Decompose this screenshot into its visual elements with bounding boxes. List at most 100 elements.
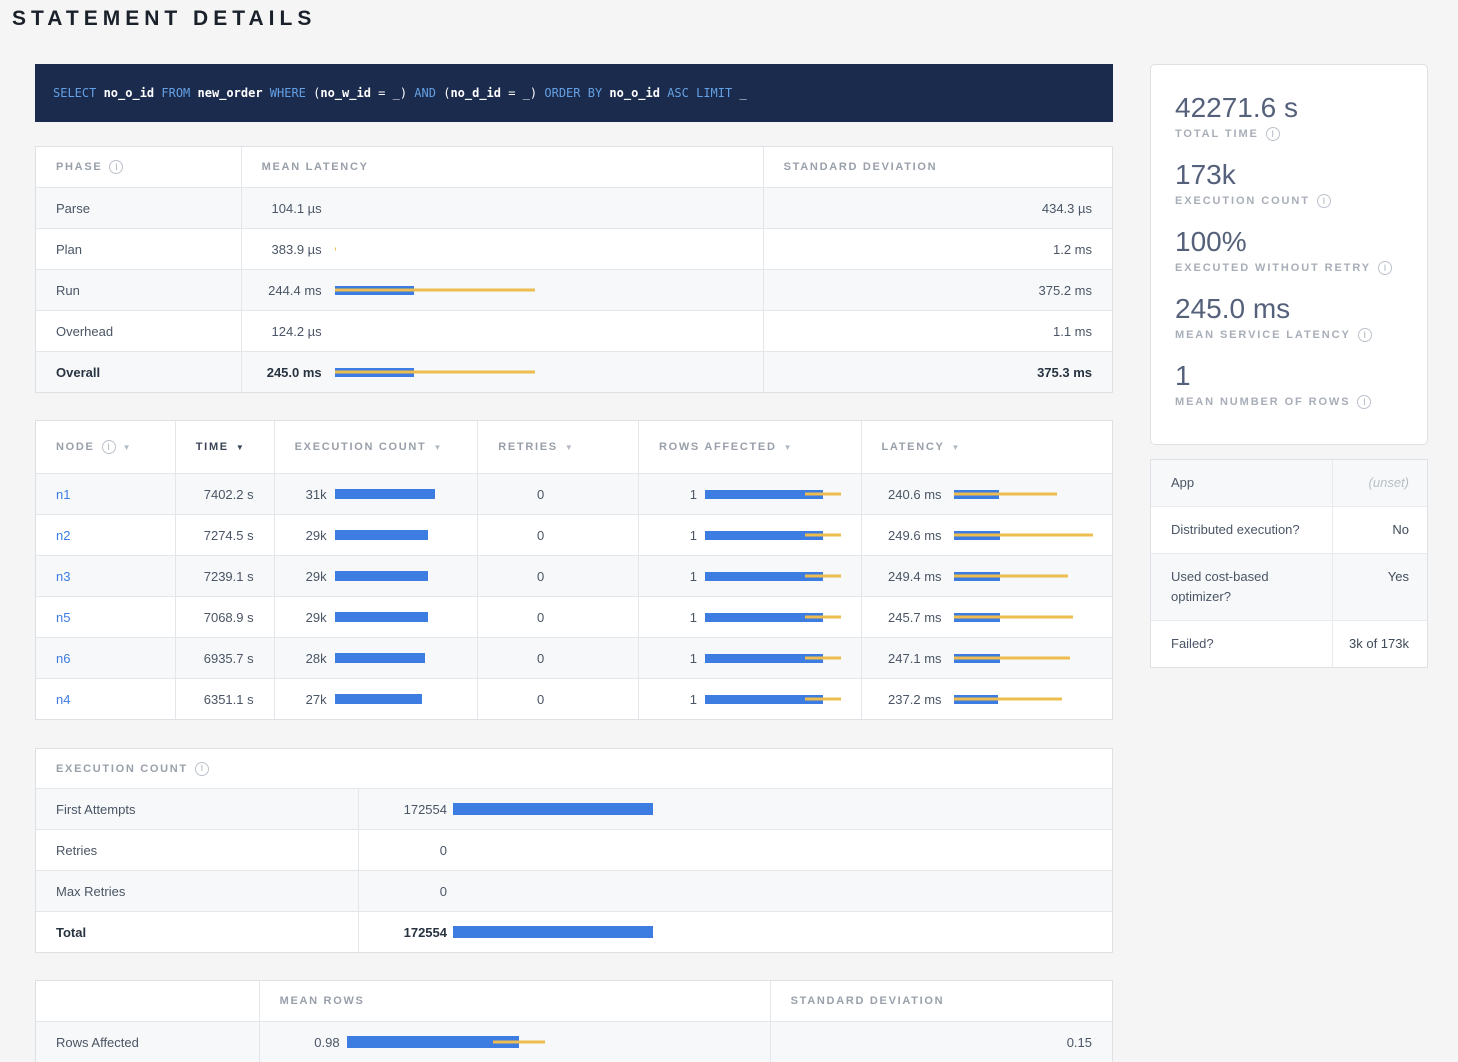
- exec-row-label: Total: [36, 912, 358, 952]
- info-icon[interactable]: i: [109, 160, 123, 174]
- table-row: Total 172554: [36, 911, 1112, 952]
- node-link[interactable]: n3: [56, 569, 70, 584]
- table-row: Plan 383.9 µs 1.2 ms: [36, 228, 1112, 269]
- node-time-value: 6935.7 s: [175, 638, 274, 678]
- sql-token: no_o_id: [609, 86, 660, 100]
- node-header-label: NODE: [56, 441, 95, 453]
- std-dev-column-header: STANDARD DEVIATION: [770, 981, 1112, 1021]
- table-row: Run 244.4 ms 375.2 ms: [36, 269, 1112, 310]
- table-row: n6 6935.7 s 28k 0 1 247.1 ms: [36, 637, 1112, 678]
- mean-latency-value: 104.1 µs: [262, 201, 322, 216]
- time-header-label: TIME: [196, 441, 229, 453]
- node-exec-count-value: 28k: [295, 651, 327, 666]
- exec-row-label: Retries: [36, 830, 358, 870]
- mean-number-of-rows-label: MEAN NUMBER OF ROWSi: [1175, 395, 1403, 409]
- std-dev-value: 375.2 ms: [763, 270, 1112, 310]
- exec-count-bar: [335, 612, 458, 622]
- rows-affected-label: Rows Affected: [36, 1022, 259, 1062]
- execution-count-header-label: EXECUTION COUNT: [295, 441, 427, 453]
- total-time-value: 42271.6 s: [1175, 91, 1403, 125]
- info-icon[interactable]: i: [1378, 261, 1392, 275]
- empty-column-header: [36, 981, 259, 1021]
- latency-bar: [954, 695, 1092, 704]
- node-latency-value: 237.2 ms: [882, 692, 942, 707]
- std-dev-value: 0.15: [770, 1022, 1112, 1062]
- mean-rows-header-label: MEAN ROWS: [280, 995, 365, 1007]
- exec-row-label: First Attempts: [36, 789, 358, 829]
- table-row: Overall 245.0 ms 375.3 ms: [36, 351, 1112, 392]
- summary-label-text: MEAN SERVICE LATENCY: [1175, 329, 1351, 341]
- exec-row-value: 0: [379, 884, 447, 899]
- std-dev-header-label: STANDARD DEVIATION: [791, 995, 945, 1007]
- node-link[interactable]: n1: [56, 487, 70, 502]
- info-icon[interactable]: i: [1357, 395, 1371, 409]
- rows-affected-bar: [705, 531, 841, 540]
- sql-statement-box: SELECT no_o_id FROM new_order WHERE (no_…: [35, 64, 1113, 122]
- std-dev-column-header[interactable]: STANDARD DEVIATION: [763, 147, 1112, 187]
- time-column-header[interactable]: TIME ▼: [175, 421, 274, 473]
- latency-bar: [954, 654, 1092, 663]
- node-retries-value: 0: [477, 597, 638, 637]
- latency-bar: [335, 245, 743, 254]
- table-header-row: PHASE i MEAN LATENCY STANDARD DEVIATION: [36, 147, 1112, 187]
- page-title: STATEMENT DETAILS: [12, 7, 1458, 31]
- exec-row-value: 172554: [379, 802, 447, 817]
- info-icon[interactable]: i: [195, 762, 209, 776]
- exec-count-bar: [335, 571, 458, 581]
- node-retries-value: 0: [477, 638, 638, 678]
- node-exec-count-value: 29k: [295, 528, 327, 543]
- mean-service-latency-value: 245.0 ms: [1175, 292, 1403, 326]
- info-icon[interactable]: i: [102, 440, 116, 454]
- phase-label: Parse: [36, 188, 241, 228]
- exec-count-bar: [453, 803, 1092, 815]
- node-exec-count-value: 29k: [295, 610, 327, 625]
- detail-row: App (unset): [1151, 460, 1427, 506]
- node-rows-affected-value: 1: [659, 651, 697, 666]
- detail-row: Failed? 3k of 173k: [1151, 620, 1427, 667]
- summary-item: 173k EXECUTION COUNTi: [1175, 158, 1403, 208]
- execution-count-column-header[interactable]: EXECUTION COUNT ▼: [274, 421, 478, 473]
- info-icon[interactable]: i: [1317, 194, 1331, 208]
- sort-arrow-icon: ▼: [784, 443, 792, 452]
- sort-arrow-icon: ▼: [433, 443, 441, 452]
- summary-label-text: TOTAL TIME: [1175, 128, 1259, 140]
- info-icon[interactable]: i: [1358, 328, 1372, 342]
- execution-count-table: EXECUTION COUNT i First Attempts 172554 …: [35, 748, 1113, 953]
- node-latency-value: 240.6 ms: [882, 487, 942, 502]
- exec-count-bar: [453, 926, 1092, 938]
- sql-token: ORDER BY: [544, 86, 609, 100]
- mean-latency-value: 244.4 ms: [262, 283, 322, 298]
- sql-token: no_w_id: [320, 86, 371, 100]
- rows-affected-column-header[interactable]: ROWS AFFECTED ▼: [638, 421, 861, 473]
- node-column-header[interactable]: NODE i ▼: [36, 421, 175, 473]
- sort-arrow-icon: ▼: [236, 443, 244, 452]
- mean-latency-column-header[interactable]: MEAN LATENCY: [241, 147, 763, 187]
- node-link[interactable]: n4: [56, 692, 70, 707]
- retries-column-header[interactable]: RETRIES ▼: [477, 421, 638, 473]
- std-dev-value: 434.3 µs: [763, 188, 1112, 228]
- exec-count-bar: [453, 844, 1092, 856]
- node-time-value: 7274.5 s: [175, 515, 274, 555]
- summary-item: 42271.6 s TOTAL TIME i: [1175, 91, 1403, 141]
- node-link[interactable]: n6: [56, 651, 70, 666]
- summary-card: 42271.6 s TOTAL TIMEi 173k EXECUTION COU…: [1150, 64, 1428, 445]
- node-retries-value: 0: [477, 474, 638, 514]
- info-icon[interactable]: i: [1266, 127, 1280, 141]
- sort-arrow-icon: ▼: [952, 443, 960, 452]
- table-header-row: NODE i ▼ TIME ▼ EXECUTION COUNT ▼ RETRIE…: [36, 421, 1112, 473]
- summary-label-text: EXECUTION COUNT: [1175, 195, 1310, 207]
- node-link[interactable]: n5: [56, 610, 70, 625]
- latency-column-header[interactable]: LATENCY ▼: [861, 421, 1113, 473]
- latency-bar: [954, 490, 1092, 499]
- failed-value: 3k of 173k: [1333, 621, 1427, 667]
- table-header-row: MEAN ROWS STANDARD DEVIATION: [36, 981, 1112, 1021]
- phase-label: Overhead: [36, 311, 241, 351]
- exec-count-bar: [335, 653, 458, 663]
- mean-rows-bar: [347, 1036, 750, 1048]
- latency-header-label: LATENCY: [882, 441, 945, 453]
- latency-bar: [335, 327, 743, 336]
- latency-bar: [954, 572, 1092, 581]
- phase-column-header[interactable]: PHASE i: [36, 147, 241, 187]
- node-link[interactable]: n2: [56, 528, 70, 543]
- sql-token: no_o_id: [104, 86, 155, 100]
